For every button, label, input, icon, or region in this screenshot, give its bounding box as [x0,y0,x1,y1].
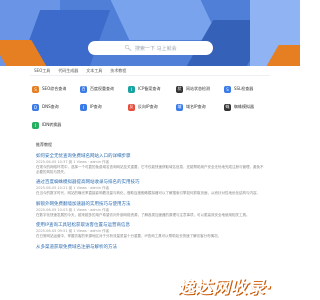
baidu-icon: 百 [80,85,87,93]
tool-label: 百度权重查询 [90,86,114,91]
article-item: 如何安全无忧查询免费域名网站入口的详细步骤 2025-06-05 10:37 阅 … [36,154,264,174]
tool-item[interactable]: 百百度权重查询 [80,82,124,96]
tool-label: ICP备案查询 [138,86,161,91]
article-summary: 在当今的数字时代，网站的曝光率直接影响着流量与转化，借助百度蜘蛛模拟器可以了解搜… [36,191,260,195]
spider-icon: 蛛 [224,103,231,111]
tool-item[interactable]: 状网站状态检测 [176,82,220,96]
tool-label: DNS查询 [42,104,59,109]
article-title[interactable]: 从多渠道获取免费域名注册与解析的方法 [36,245,264,251]
seo-icon: S [32,85,39,93]
tool-item[interactable]: 域域名IP查询 [176,100,220,114]
hero-banner: 🔍︎ 搜索一下 马上就会 [0,0,300,66]
tool-grid: S SEO综合查询百百度权重查询 I ICP备案查询状网站状态检测 S SSL检查器 D DN… [30,76,270,134]
search-placeholder: 搜索一下 马上就会 [135,45,177,52]
search-input[interactable]: 🔍︎ 搜索一下 马上就会 [88,41,213,55]
nav-item-text-tools[interactable]: 文本工具 [85,68,103,74]
article-item: 通过百度蜘蛛模拟器提高网站收录与排名的实用技巧 2025-06-05 10:21 … [36,180,264,196]
tool-item[interactable]: 反反向IP查询 [128,100,172,114]
tool-label: IDN转换器 [42,122,62,127]
tool-label: IP查询 [90,104,102,109]
reverse-ip-icon: 反 [128,103,135,111]
watermark-banner: 逸达网收录· [177,277,273,298]
ip-icon: I [80,103,87,111]
tool-label: SSL检查器 [234,86,254,91]
article-item: 从多渠道获取免费域名注册与解析的方法 [36,245,264,251]
tool-item[interactable]: S SSL检查器 [224,82,268,96]
main-panel: SEO工具 代码生成器 文本工具 技术教程 S SEO综合查询百百度权重查询 I IC… [30,66,270,300]
article-item: 使用IP查询工具轻松获取访客位置与运营商信息 2025-06-05 09:51 阅… [36,223,264,239]
tool-label: 网站状态检测 [186,86,210,91]
idn-icon: I [32,121,39,129]
article-summary: 在现今的网络环境中，选择一个可靠的免费域名查询网站至关重要，它不仅能快速获取域名… [36,165,264,174]
tool-item[interactable]: I IDN转换器 [32,118,76,132]
tool-label: 反向IP查询 [138,104,158,109]
category-nav: SEO工具 代码生成器 文本工具 技术教程 [30,66,270,76]
domain-ip-icon: 域 [176,103,183,111]
tool-label: 蜘蛛模拟器 [234,104,254,109]
article-item: 解锁外网免费翻墙加速器的实用技巧与使用方法 2025-06-05 10:03 阅 … [36,202,264,218]
ssl-icon: S [224,85,231,93]
nav-item-code-generator[interactable]: 代码生成器 [57,68,79,74]
tool-item[interactable]: S SEO综合查询 [32,82,76,96]
icp-icon: I [128,85,135,93]
tool-item[interactable]: I IP查询 [80,100,124,114]
dns-icon: D [32,103,39,111]
search-icon[interactable]: 🔍︎ [124,45,132,52]
nav-item-tutorials[interactable]: 技术教程 [109,68,127,74]
banner-shape [110,0,220,40]
tool-item[interactable]: I ICP备案查询 [128,82,172,96]
tool-item[interactable]: D DNS查询 [32,100,76,114]
article-list: 如何安全无忧查询免费域名网站入口的详细步骤 2025-06-05 10:37 阅 … [30,148,270,251]
tool-label: 域名IP查询 [186,104,206,109]
tool-item[interactable]: 蛛蜘蛛模拟器 [224,100,268,114]
article-summary: 在数字化快速发展的今天，越来越多的用户希望访问外部网络资源，了解各类加速器的原理… [36,212,250,217]
article-summary: 在日常网站运营中，掌握访客的来源地区对于分析流量质量十分重要，IP查询工具可以帮… [36,234,222,238]
status-icon: 状 [176,85,183,93]
tool-label: SEO综合查询 [42,86,67,91]
nav-item-seo-tools[interactable]: SEO工具 [33,68,51,74]
